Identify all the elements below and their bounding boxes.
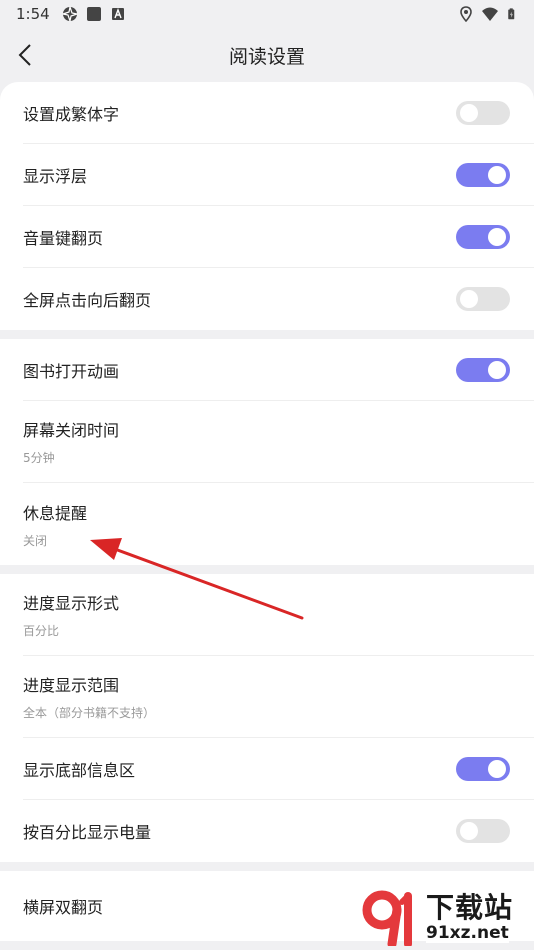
setting-label: 图书打开动画 bbox=[23, 361, 120, 381]
aperture-icon bbox=[62, 6, 77, 22]
watermark-title: 下载站 bbox=[426, 891, 514, 924]
setting-value: 关闭 bbox=[23, 533, 48, 548]
settings-group-1: 设置成繁体字 显示浮层 音量键翻页 全屏点击向后翻页 bbox=[0, 82, 534, 330]
setting-row-rest-reminder[interactable]: 休息提醒 关闭 bbox=[23, 483, 534, 565]
title-bar: 阅读设置 bbox=[0, 28, 534, 82]
setting-row-volume-key-page[interactable]: 音量键翻页 bbox=[23, 206, 534, 268]
status-time: 1:54 bbox=[16, 5, 50, 23]
group-divider bbox=[0, 330, 534, 339]
a-notification-icon bbox=[111, 8, 124, 20]
toggle-knob bbox=[460, 103, 478, 122]
setting-label: 音量键翻页 bbox=[23, 228, 104, 248]
setting-row-show-overlay[interactable]: 显示浮层 bbox=[23, 144, 534, 206]
page-title: 阅读设置 bbox=[228, 45, 305, 68]
fullscreen-tap-next-toggle[interactable] bbox=[456, 287, 510, 311]
setting-row-traditional-chinese[interactable]: 设置成繁体字 bbox=[23, 82, 534, 144]
status-bar: 1:54 bbox=[0, 0, 534, 28]
setting-label: 休息提醒 bbox=[23, 503, 88, 523]
wifi-icon bbox=[482, 7, 498, 21]
toggle-knob bbox=[488, 759, 506, 778]
setting-label: 设置成繁体字 bbox=[23, 104, 120, 124]
group-divider bbox=[0, 862, 534, 871]
setting-value: 5分钟 bbox=[23, 451, 55, 465]
toggle-knob bbox=[488, 360, 506, 379]
setting-label: 进度显示形式 bbox=[23, 594, 120, 613]
setting-row-progress-display-format[interactable]: 进度显示形式 百分比 bbox=[23, 574, 534, 656]
traditional-chinese-toggle[interactable] bbox=[456, 100, 510, 125]
setting-row-fullscreen-tap-next[interactable]: 全屏点击向后翻页 bbox=[23, 268, 534, 330]
settings-group-2: 图书打开动画 屏幕关闭时间 5分钟 休息提醒 关闭 bbox=[0, 339, 534, 565]
setting-label: 全屏点击向后翻页 bbox=[23, 291, 152, 310]
setting-label: 进度显示范围 bbox=[23, 676, 120, 695]
group-divider bbox=[0, 565, 534, 574]
setting-row-battery-percent[interactable]: 按百分比显示电量 bbox=[23, 800, 534, 862]
setting-label: 显示浮层 bbox=[23, 166, 88, 186]
chevron-left-icon bbox=[18, 44, 31, 66]
setting-value: 全本（部分书籍不支持） bbox=[23, 706, 156, 720]
setting-row-screen-off-time[interactable]: 屏幕关闭时间 5分钟 bbox=[23, 401, 534, 483]
setting-label: 横屏双翻页 bbox=[23, 898, 104, 917]
toggle-knob bbox=[488, 165, 506, 184]
toggle-knob bbox=[460, 290, 478, 308]
watermark-site: 91xz.net bbox=[426, 923, 509, 943]
setting-row-progress-display-range[interactable]: 进度显示范围 全本（部分书籍不支持） bbox=[23, 656, 534, 738]
square-notification-icon bbox=[86, 7, 101, 21]
setting-value: 百分比 bbox=[23, 624, 60, 638]
battery-icon bbox=[508, 8, 515, 20]
book-open-animation-toggle[interactable] bbox=[456, 357, 510, 382]
battery-percent-toggle[interactable] bbox=[456, 819, 510, 843]
setting-row-book-open-animation[interactable]: 图书打开动画 bbox=[23, 339, 534, 401]
watermark-logo-icon bbox=[362, 890, 424, 949]
toggle-knob bbox=[488, 227, 506, 246]
show-bottom-info-toggle[interactable] bbox=[456, 756, 510, 781]
watermark: 下载站 91xz.net bbox=[362, 888, 532, 949]
setting-row-show-bottom-info[interactable]: 显示底部信息区 bbox=[23, 738, 534, 800]
volume-key-page-toggle[interactable] bbox=[456, 224, 510, 249]
setting-label: 显示底部信息区 bbox=[23, 760, 136, 780]
toggle-knob bbox=[460, 822, 478, 840]
back-button[interactable] bbox=[10, 40, 40, 70]
settings-list[interactable]: 设置成繁体字 显示浮层 音量键翻页 全屏点击向后翻页 图书打开动画 屏幕关闭时间… bbox=[0, 82, 534, 950]
location-icon bbox=[460, 6, 472, 22]
settings-group-3: 进度显示形式 百分比 进度显示范围 全本（部分书籍不支持） 显示底部信息区 按百… bbox=[0, 574, 534, 862]
show-overlay-toggle[interactable] bbox=[456, 162, 510, 187]
setting-label: 按百分比显示电量 bbox=[23, 823, 152, 842]
setting-label: 屏幕关闭时间 bbox=[23, 421, 120, 440]
